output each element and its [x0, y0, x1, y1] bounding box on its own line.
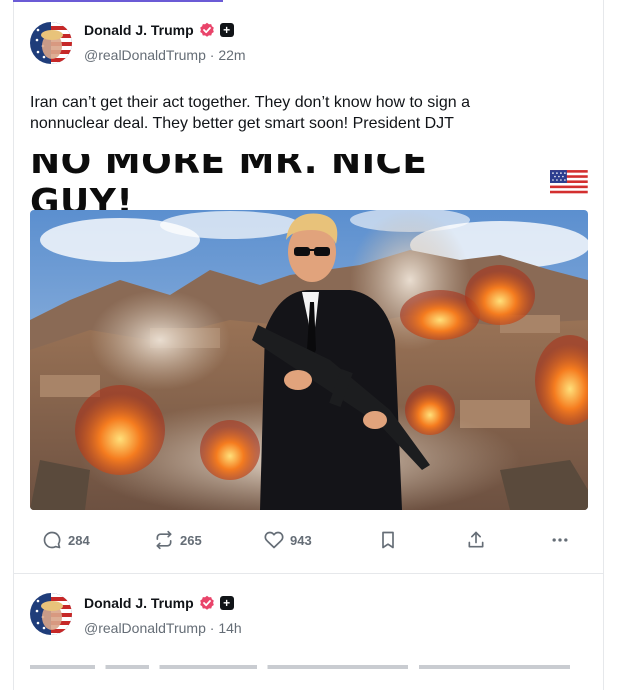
avatar[interactable]	[30, 22, 72, 64]
like-count: 943	[290, 532, 312, 548]
media-photo	[30, 210, 588, 510]
author-handle[interactable]: @realDonaldTrump	[84, 47, 206, 63]
post-text-cutoff	[30, 665, 570, 669]
author-row: Donald J. Trump +	[84, 22, 234, 38]
post-time[interactable]: 14h	[218, 620, 241, 636]
reply-icon	[43, 531, 61, 549]
post-card[interactable]: Donald J. Trump + @realDonaldTrump · 22m…	[14, 2, 603, 574]
reply-count: 284	[68, 532, 90, 548]
heart-icon	[264, 531, 284, 549]
feed-right-border	[603, 0, 604, 690]
handle-row: @realDonaldTrump · 22m	[84, 47, 246, 63]
plus-badge-icon: +	[219, 596, 234, 610]
verified-badge-icon	[199, 22, 214, 37]
feed-page: Donald J. Trump + @realDonaldTrump · 22m…	[0, 0, 617, 690]
media-banner: NO MORE MR. NICE GUY!	[30, 154, 588, 223]
post-actions: 284 265 943	[30, 530, 590, 554]
retruth-icon	[156, 530, 172, 550]
avatar[interactable]	[30, 593, 72, 635]
more-options-button[interactable]	[550, 530, 570, 550]
verified-badge-icon	[199, 595, 214, 610]
post-text: Iran can’t get their act together. They …	[30, 94, 470, 132]
author-name[interactable]: Donald J. Trump	[84, 595, 194, 611]
author-row: Donald J. Trump +	[84, 595, 234, 611]
post-time[interactable]: 22m	[218, 47, 245, 63]
reply-button[interactable]: 284	[42, 530, 90, 550]
like-button[interactable]: 943	[264, 530, 312, 550]
top-accent-line	[13, 0, 603, 2]
retruth-count: 265	[180, 532, 202, 548]
more-icon	[552, 538, 568, 542]
share-icon	[468, 531, 484, 548]
post-media[interactable]: NO MORE MR. NICE GUY!	[30, 154, 588, 512]
handle-row: @realDonaldTrump · 14h	[84, 620, 242, 636]
bookmark-button[interactable]	[378, 530, 398, 550]
us-flag-icon	[550, 170, 588, 194]
retruth-button[interactable]: 265	[154, 530, 202, 550]
share-button[interactable]	[466, 530, 486, 550]
plus-badge-icon: +	[219, 23, 234, 37]
time-separator: ·	[209, 47, 215, 63]
post-card[interactable]: Donald J. Trump + @realDonaldTrump · 14h	[14, 575, 603, 690]
author-name[interactable]: Donald J. Trump	[84, 22, 194, 38]
time-separator: ·	[209, 620, 215, 636]
author-handle[interactable]: @realDonaldTrump	[84, 620, 206, 636]
bookmark-icon	[382, 531, 394, 549]
